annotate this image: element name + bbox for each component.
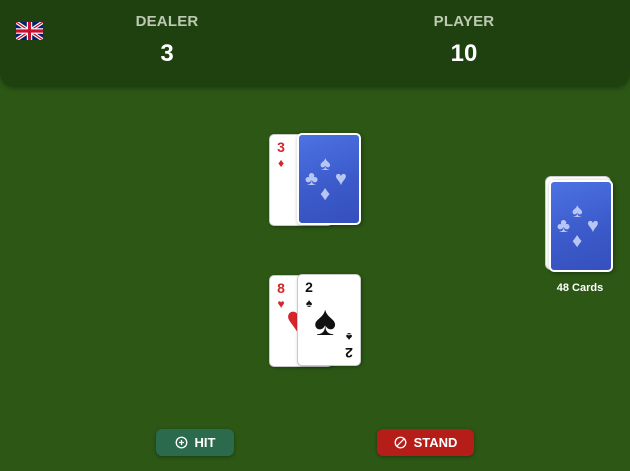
heart-icon: ♥ [587, 215, 599, 237]
deck-count: 48 Cards [556, 282, 604, 294]
card-rank: 8 [277, 280, 285, 296]
card-rank: 2 [305, 279, 313, 295]
card-rank: 2 [345, 345, 353, 361]
club-icon: ♣ [305, 168, 319, 190]
score-header: DEALER 3 PLAYER 10 [0, 0, 630, 87]
player-score: 10 [450, 40, 478, 67]
club-icon: ♣ [557, 215, 571, 237]
uk-flag-icon[interactable] [16, 22, 43, 40]
player-card-2: 2 ♠ ♠ 2 ♠ [297, 274, 361, 366]
hit-label: HIT [194, 435, 216, 450]
card-rank: 3 [277, 139, 285, 155]
stand-label: STAND [413, 435, 458, 450]
diamond-icon: ♦ [320, 183, 331, 205]
ban-icon [394, 436, 407, 449]
diamond-icon: ♦ [277, 156, 285, 170]
dealer-label: DEALER [135, 13, 199, 30]
card-back-pattern: ♠ ♣ ♥ ♦ [557, 201, 605, 251]
dealer-score: 3 [160, 40, 174, 67]
spade-icon: ♠ [320, 153, 331, 175]
card-back-pattern: ♠ ♣ ♥ ♦ [305, 154, 353, 204]
diamond-icon: ♦ [572, 230, 583, 252]
card-corner-bottom: 2 ♠ [343, 330, 355, 361]
spade-icon: ♠ [345, 330, 353, 344]
hit-button[interactable]: HIT [156, 429, 234, 456]
spade-icon: ♠ [572, 200, 583, 222]
stand-button[interactable]: STAND [377, 429, 474, 456]
dealer-score-panel: DEALER 3 [107, 13, 227, 68]
heart-icon: ♥ [335, 168, 347, 190]
dealer-card-2-face-down: ♠ ♣ ♥ ♦ [297, 133, 361, 225]
player-score-panel: PLAYER 10 [404, 13, 524, 68]
plus-circle-icon [175, 436, 187, 449]
player-label: PLAYER [433, 13, 495, 30]
deck-card-back[interactable]: ♠ ♣ ♥ ♦ [549, 180, 613, 272]
spade-icon: ♠ [314, 297, 337, 344]
card-corner: 3 ♦ [275, 140, 287, 170]
